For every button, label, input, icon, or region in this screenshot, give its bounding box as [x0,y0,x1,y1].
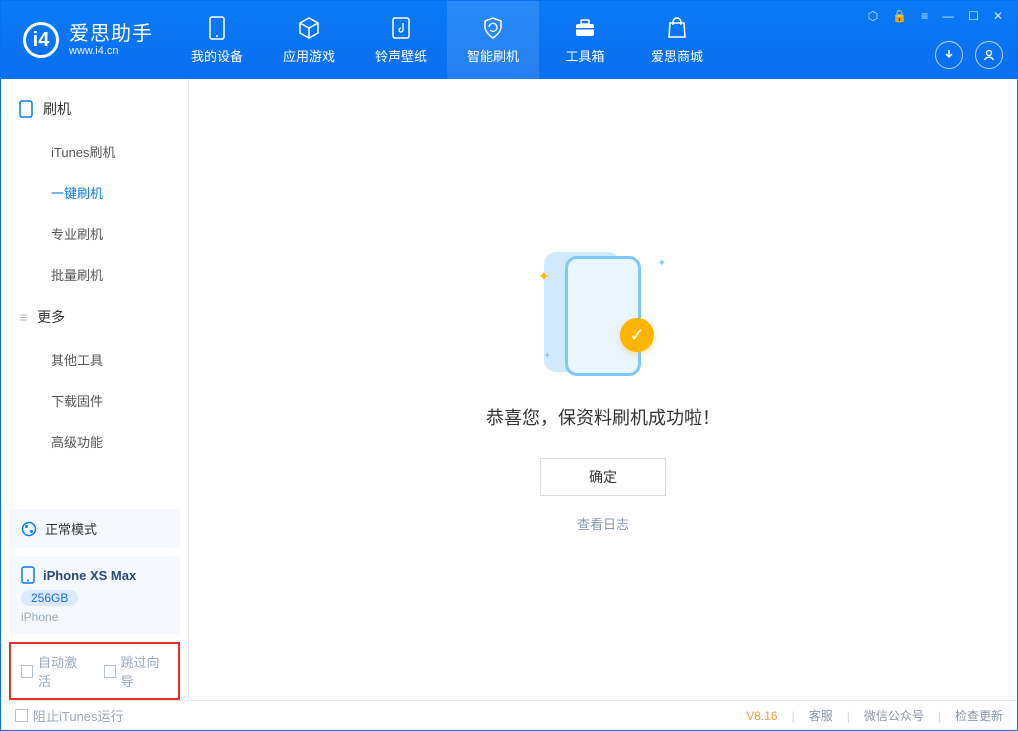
bag-icon [665,16,689,40]
nav-label: 应用游戏 [283,46,335,65]
music-icon [389,16,413,40]
nav-label: 我的设备 [191,46,243,65]
mode-card[interactable]: 正常模式 [9,509,180,548]
skip-guide-checkbox[interactable]: 跳过向导 [104,652,169,690]
nav-tab-toolbox[interactable]: 工具箱 [539,1,631,79]
mode-label: 正常模式 [45,519,97,538]
sidebar-group-more: ≡ 更多 [1,295,188,339]
phone-icon [205,16,229,40]
user-button[interactable] [975,41,1003,69]
cube-icon [297,16,321,40]
download-button[interactable] [935,41,963,69]
sidebar-item-pro-flash[interactable]: 专业刷机 [1,213,188,254]
sidebar-group-title: 更多 [37,307,65,327]
sync-icon [21,521,37,537]
version-label: V8.16 [746,709,777,723]
storage-badge: 256GB [21,590,78,606]
sidebar-item-other-tools[interactable]: 其他工具 [1,339,188,380]
lock-icon[interactable]: 🔒 [892,9,907,23]
device-card[interactable]: iPhone XS Max 256GB iPhone [9,556,180,634]
minimize-button[interactable]: — [942,9,954,23]
sidebar-item-batch-flash[interactable]: 批量刷机 [1,254,188,295]
flash-options-highlight: 自动激活 跳过向导 [9,642,180,700]
nav-tab-flash[interactable]: 智能刷机 [447,1,539,79]
status-bar: 阻止iTunes运行 V8.16 | 客服 | 微信公众号 | 检查更新 [1,700,1017,730]
nav-tab-apps[interactable]: 应用游戏 [263,1,355,79]
close-button[interactable]: ✕ [993,9,1003,23]
maximize-button[interactable]: ☐ [968,9,979,23]
list-icon: ≡ [19,309,27,325]
sparkle-icon: ✦ [658,258,666,269]
app-title: 爱思助手 [69,23,153,45]
block-itunes-checkbox[interactable]: 阻止iTunes运行 [15,706,124,725]
nav-tab-ringtone[interactable]: 铃声壁纸 [355,1,447,79]
device-icon [19,100,33,118]
toolbox-icon [573,16,597,40]
sidebar-item-itunes-flash[interactable]: iTunes刷机 [1,131,188,172]
shirt-icon[interactable]: ⬡ [868,9,878,23]
nav-tab-store[interactable]: 爱思商城 [631,1,723,79]
sidebar-item-advanced[interactable]: 高级功能 [1,421,188,462]
auto-activate-checkbox[interactable]: 自动激活 [21,652,86,690]
nav-label: 智能刷机 [467,46,519,65]
nav-label: 工具箱 [565,46,604,65]
checkbox-label: 自动激活 [38,652,85,690]
refresh-shield-icon [481,16,505,40]
app-header: i4 爱思助手 www.i4.cn 我的设备 应用游戏 铃声壁纸 智能刷机 工具… [1,1,1017,79]
support-link[interactable]: 客服 [809,707,833,724]
window-controls: ⬡ 🔒 ≡ — ☐ ✕ [868,9,1003,23]
nav-label: 铃声壁纸 [375,46,427,65]
sidebar-group-flash: 刷机 [1,87,188,131]
device-name: iPhone XS Max [43,568,136,583]
sidebar-item-download-fw[interactable]: 下载固件 [1,380,188,421]
nav-label: 爱思商城 [651,46,703,65]
check-update-link[interactable]: 检查更新 [955,707,1003,724]
checkbox-label: 跳过向导 [121,652,168,690]
phone-small-icon [21,566,35,584]
ok-button[interactable]: 确定 [540,458,666,496]
app-subtitle: www.i4.cn [69,45,153,57]
nav-tabs: 我的设备 应用游戏 铃声壁纸 智能刷机 工具箱 爱思商城 [171,1,723,79]
check-icon: ✓ [620,318,654,352]
logo-area: i4 爱思助手 www.i4.cn [1,22,171,58]
wechat-link[interactable]: 微信公众号 [864,707,924,724]
success-illustration: ✓ ✦ ✦ ✦ [538,246,668,386]
menu-icon[interactable]: ≡ [921,9,928,23]
sidebar: 刷机 iTunes刷机 一键刷机 专业刷机 批量刷机 ≡ 更多 其他工具 下载固… [1,79,189,700]
sidebar-group-title: 刷机 [43,99,71,119]
sidebar-item-oneclick-flash[interactable]: 一键刷机 [1,172,188,213]
checkbox-label: 阻止iTunes运行 [33,706,124,725]
success-message: 恭喜您，保资料刷机成功啦！ [486,404,720,430]
main-content: ✓ ✦ ✦ ✦ 恭喜您，保资料刷机成功啦！ 确定 查看日志 [189,79,1017,700]
nav-tab-device[interactable]: 我的设备 [171,1,263,79]
view-log-link[interactable]: 查看日志 [577,514,629,533]
sparkle-icon: ✦ [538,268,550,285]
device-type: iPhone [21,610,168,624]
logo-icon: i4 [23,22,59,58]
sparkle-icon: ✦ [544,351,551,360]
